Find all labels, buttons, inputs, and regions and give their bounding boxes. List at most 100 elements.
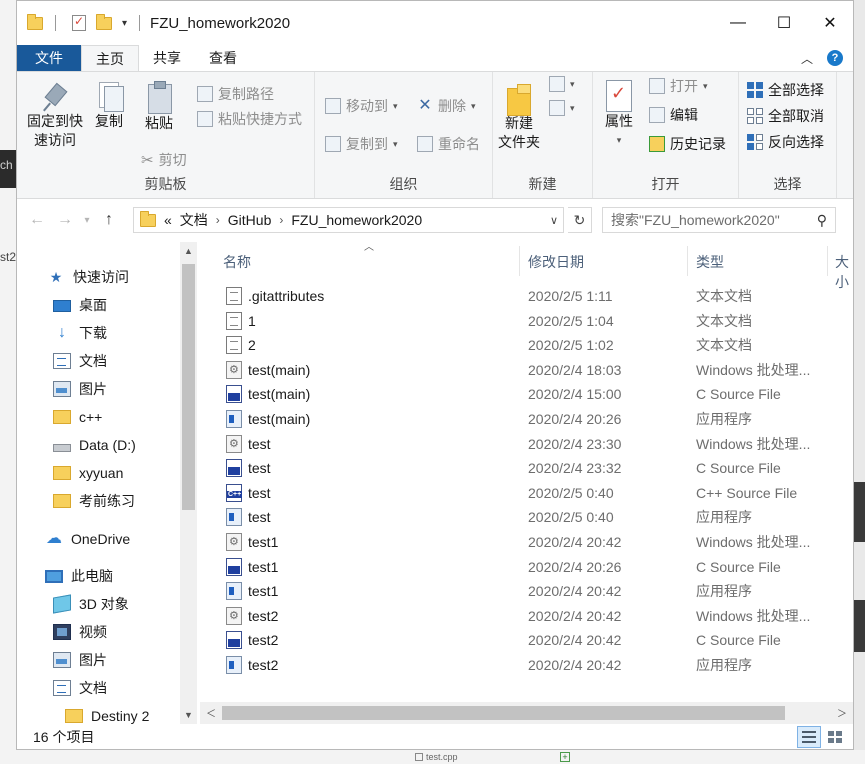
tab-view[interactable]: 查看 <box>195 45 251 71</box>
up-button[interactable]: ↑ <box>97 208 121 232</box>
chevron-down-icon[interactable]: ∨ <box>545 214 563 227</box>
easy-access-button[interactable]: ▾ <box>549 100 575 116</box>
back-button[interactable]: ← <box>25 208 49 232</box>
chevron-right-icon[interactable]: › <box>279 213 283 227</box>
open-button[interactable]: 打开 ▾ <box>649 76 708 96</box>
table-row[interactable]: test1 2020/2/4 20:26 C Source File <box>217 555 853 579</box>
customize-toolbar-icon[interactable]: ▾ <box>122 18 127 29</box>
nav-item-documents[interactable]: 文档 📌 <box>53 348 197 374</box>
nav-item-destiny-2[interactable]: Destiny 2 <box>65 703 197 724</box>
scroll-left-icon[interactable]: ＜ <box>206 705 216 720</box>
scroll-right-icon[interactable]: ＞ <box>837 705 847 720</box>
large-icons-view-icon <box>828 731 842 743</box>
nav-item-documents-pc[interactable]: 文档 <box>53 675 197 701</box>
scroll-up-icon[interactable]: ▲ <box>180 246 197 256</box>
copy-to-button[interactable]: 复制到 ▾ <box>325 134 398 154</box>
refresh-button[interactable]: ↻ <box>568 207 592 233</box>
nav-this-pc[interactable]: 此电脑 <box>45 563 197 589</box>
breadcrumb-item[interactable]: GitHub <box>228 212 272 228</box>
properties-button[interactable]: 属性 ▾ <box>599 78 639 150</box>
nav-item-videos[interactable]: 视频 <box>53 619 197 645</box>
paste-button[interactable]: 粘贴 <box>137 80 181 133</box>
nav-item-pictures[interactable]: 图片 📌 <box>53 376 197 402</box>
minimize-button[interactable]: — <box>715 1 761 45</box>
nav-item-xyyuan[interactable]: xyyuan <box>53 460 197 486</box>
breadcrumb-item[interactable]: 文档 <box>180 210 208 230</box>
table-row[interactable]: .gitattributes 2020/2/5 1:11 文本文档 <box>217 284 853 308</box>
column-header-type[interactable]: 类型 <box>696 252 724 272</box>
horizontal-scrollbar[interactable]: ＜ ＞ <box>200 702 853 724</box>
table-row[interactable]: test(main) 2020/2/4 18:03 Windows 批处理... <box>217 358 853 382</box>
table-row[interactable]: test1 2020/2/4 20:42 Windows 批处理... <box>217 530 853 554</box>
table-row[interactable]: 1 2020/2/5 1:04 文本文档 <box>217 309 853 333</box>
move-to-button[interactable]: 移动到 ▾ <box>325 96 398 116</box>
nav-item-pictures-pc[interactable]: 图片 <box>53 647 197 673</box>
table-row[interactable]: test 2020/2/4 23:30 Windows 批处理... <box>217 432 853 456</box>
nav-item-desktop[interactable]: 桌面 📌 <box>53 292 197 318</box>
table-row[interactable]: test 2020/2/5 0:40 应用程序 <box>217 505 853 529</box>
nav-onedrive[interactable]: ☁ OneDrive <box>45 526 197 552</box>
delete-button[interactable]: ✕ 删除 ▾ <box>417 96 475 116</box>
table-row[interactable]: test2 2020/2/4 20:42 Windows 批处理... <box>217 604 853 628</box>
maximize-button[interactable]: ☐ <box>761 1 807 45</box>
invert-selection-button[interactable]: 反向选择 <box>747 132 824 152</box>
table-row[interactable]: test 2020/2/5 0:40 C++ Source File <box>217 481 853 505</box>
properties-icon[interactable] <box>72 14 86 31</box>
paste-shortcut-button[interactable]: 粘贴快捷方式 <box>197 109 302 129</box>
address-bar[interactable]: « 文档 › GitHub › FZU_homework2020 ∨ <box>133 207 564 233</box>
close-button[interactable]: ✕ <box>807 1 853 45</box>
help-icon[interactable]: ? <box>827 50 843 66</box>
clipboard-group-label: 剪贴板 <box>144 176 187 192</box>
scrollbar-thumb[interactable] <box>182 264 195 510</box>
recent-locations-icon[interactable]: ▾ <box>81 208 93 232</box>
search-input[interactable]: 搜索"FZU_homework2020" ⚲ <box>602 207 836 233</box>
column-divider[interactable] <box>827 246 828 276</box>
table-row[interactable]: test2 2020/2/4 20:42 C Source File <box>217 628 853 652</box>
pin-quick-access-button[interactable]: 固定到快 速访问 <box>23 82 87 150</box>
file-name: test <box>248 484 271 501</box>
table-row[interactable]: test2 2020/2/4 20:42 应用程序 <box>217 653 853 677</box>
table-row[interactable]: test1 2020/2/4 20:42 应用程序 <box>217 579 853 603</box>
breadcrumb-item[interactable]: FZU_homework2020 <box>291 212 422 228</box>
tab-file[interactable]: 文件 <box>17 45 81 71</box>
forward-button[interactable]: → <box>53 208 77 232</box>
collapse-ribbon-icon[interactable]: ︿ <box>801 50 813 67</box>
table-row[interactable]: test(main) 2020/2/4 15:00 C Source File <box>217 382 853 406</box>
nav-item-data-drive[interactable]: Data (D:) <box>53 432 197 458</box>
column-divider[interactable] <box>519 246 520 276</box>
nav-item-cpp[interactable]: c++ <box>53 404 197 430</box>
table-row[interactable]: test(main) 2020/2/4 20:26 应用程序 <box>217 407 853 431</box>
tab-home[interactable]: 主页 <box>81 45 139 71</box>
table-row[interactable]: test 2020/2/4 23:32 C Source File <box>217 456 853 480</box>
breadcrumb-overflow[interactable]: « <box>164 212 172 228</box>
rename-button[interactable]: 重命名 <box>417 134 480 154</box>
edit-button[interactable]: 编辑 <box>649 105 698 125</box>
new-folder-icon[interactable] <box>96 13 112 30</box>
nav-item-exam-practice[interactable]: 考前练习 <box>53 488 197 514</box>
scrollbar-thumb[interactable] <box>222 706 785 720</box>
table-row[interactable]: 2 2020/2/5 1:02 文本文档 <box>217 333 853 357</box>
folder-icon[interactable] <box>27 13 43 30</box>
large-icons-view-button[interactable] <box>823 726 847 748</box>
tab-share[interactable]: 共享 <box>139 45 195 71</box>
background-dark-panel <box>854 600 865 652</box>
copy-button[interactable]: 复制 <box>89 80 129 131</box>
cut-button[interactable]: ✂ 剪切 <box>141 150 187 170</box>
nav-quick-access[interactable]: ★ 快速访问 <box>47 264 197 290</box>
column-header-name[interactable]: 名称 <box>223 252 251 272</box>
column-divider[interactable] <box>687 246 688 276</box>
nav-item-3d-objects[interactable]: 3D 对象 <box>53 591 197 617</box>
select-all-button[interactable]: 全部选择 <box>747 80 824 100</box>
select-none-button[interactable]: 全部取消 <box>747 106 824 126</box>
scroll-down-icon[interactable]: ▼ <box>180 710 197 720</box>
copy-path-button[interactable]: 复制路径 <box>197 84 274 104</box>
details-view-button[interactable] <box>797 726 821 748</box>
new-item-button[interactable]: ▾ <box>549 76 575 92</box>
background-left-strip: ch st2 <box>0 0 16 764</box>
history-button[interactable]: 历史记录 <box>649 134 726 154</box>
column-header-date[interactable]: 修改日期 <box>528 252 584 272</box>
chevron-right-icon[interactable]: › <box>216 213 220 227</box>
nav-item-downloads[interactable]: ↓ 下载 📌 <box>53 320 197 346</box>
new-folder-button[interactable]: 新建 文件夹 <box>497 82 541 152</box>
nav-scrollbar[interactable]: ▲ ▼ <box>180 242 197 724</box>
